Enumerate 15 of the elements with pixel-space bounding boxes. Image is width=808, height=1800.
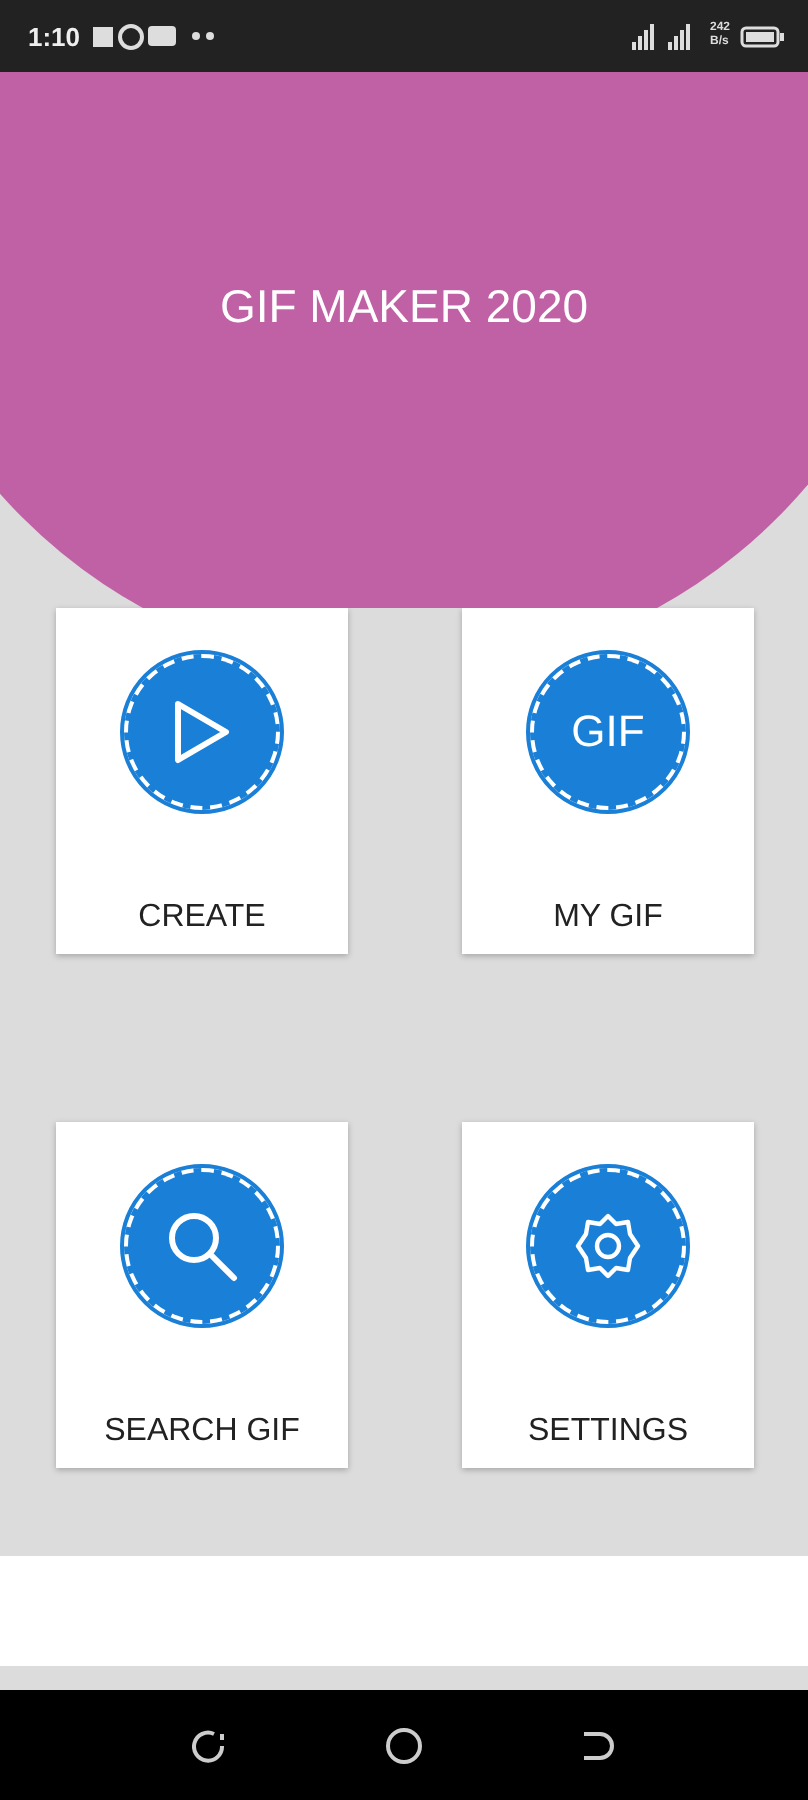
- menu-card[interactable]: SETTINGS: [462, 1122, 754, 1468]
- menu-card[interactable]: GIF MY GIF: [462, 608, 754, 954]
- battery-icon: [740, 25, 784, 47]
- menu-card[interactable]: SEARCH GIF: [56, 1122, 348, 1468]
- status-time: 1:10: [28, 21, 81, 51]
- play-icon: [172, 698, 232, 766]
- search-icon: [166, 1210, 238, 1282]
- menu-card[interactable]: CREATE: [56, 608, 348, 954]
- back-icon[interactable]: [580, 1729, 616, 1761]
- recents-icon[interactable]: [192, 1727, 228, 1763]
- settings-icon: [574, 1212, 642, 1280]
- app-title: GIF MAKER 2020: [217, 280, 591, 334]
- home-icon[interactable]: [384, 1725, 424, 1765]
- gif-icon-text: GIF: [571, 706, 645, 758]
- more-notifications-icon: [192, 32, 217, 40]
